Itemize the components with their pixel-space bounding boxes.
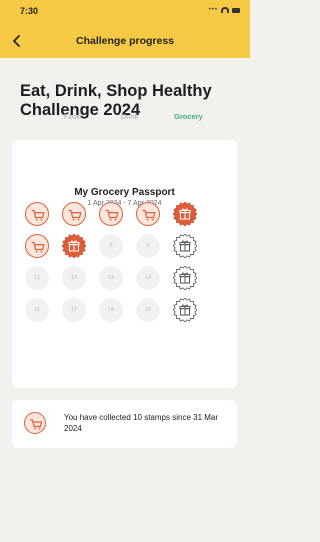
tab-food[interactable]: Food — [64, 112, 81, 121]
stamp-cart-icon — [25, 202, 49, 226]
battery-icon — [232, 7, 240, 13]
reward-gift-icon — [173, 298, 197, 322]
tab-drink[interactable]: Drink — [121, 112, 139, 121]
header-bar: 7:30 ••• Challenge progress — [0, 0, 250, 58]
signal-icon: ••• — [208, 7, 218, 13]
stamp-empty: 13 — [99, 266, 123, 290]
page-title: Challenge progress — [75, 35, 175, 47]
tab-grocery[interactable]: Grocery — [174, 112, 203, 121]
summary-text: You have collected 10 stamps since 31 Ma… — [64, 413, 219, 433]
passport-card: My Grocery Passport 1 Apr 2024 - 7 Apr 2… — [12, 140, 237, 388]
nav-row: Challenge progress — [0, 30, 250, 52]
stamp-cart-icon — [25, 234, 49, 258]
stamp-empty: 16 — [25, 298, 49, 322]
reward-gift-icon — [173, 266, 197, 290]
wifi-icon — [221, 7, 229, 13]
category-tabs: Food Drink Grocery — [22, 112, 228, 124]
stamp-gift-icon — [62, 234, 86, 258]
stamp-empty: 8 — [99, 234, 123, 258]
cart-icon — [24, 412, 46, 434]
status-icons: ••• — [209, 7, 240, 13]
stamp-empty: 14 — [136, 266, 160, 290]
summary-card: You have collected 10 stamps since 31 Ma… — [12, 400, 237, 448]
status-bar: 7:30 ••• — [0, 0, 250, 24]
passport-title: My Grocery Passport — [74, 187, 175, 198]
stamp-cart-icon — [136, 202, 160, 226]
status-time: 7:30 — [20, 6, 39, 16]
stamp-empty: 11 — [25, 266, 49, 290]
stamp-empty: 9 — [136, 234, 160, 258]
stamp-empty: 19 — [136, 298, 160, 322]
stamp-cart-icon — [62, 202, 86, 226]
reward-gift-icon — [173, 234, 197, 258]
stamp-gift-icon — [173, 202, 197, 226]
stamp-empty: 17 — [62, 298, 86, 322]
stamp-empty: 18 — [99, 298, 123, 322]
stamp-cart-icon — [99, 202, 123, 226]
stamp-empty: 12 — [62, 266, 86, 290]
